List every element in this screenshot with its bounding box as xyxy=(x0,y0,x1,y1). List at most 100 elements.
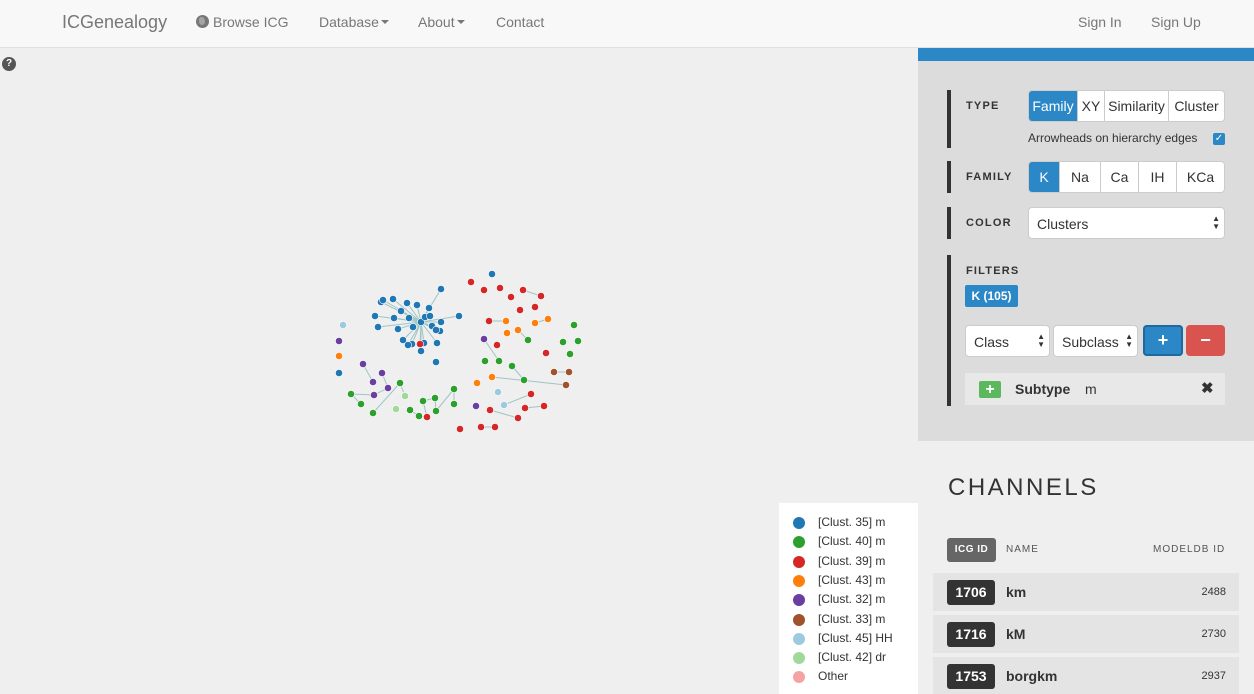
family-kca-button[interactable]: KCa xyxy=(1176,162,1224,192)
graph-node[interactable] xyxy=(431,394,439,402)
graph-node[interactable] xyxy=(494,388,502,396)
graph-node[interactable] xyxy=(566,350,574,358)
graph-node[interactable] xyxy=(369,409,377,417)
sign-in-link[interactable]: Sign In xyxy=(1078,14,1122,30)
graph-node[interactable] xyxy=(496,284,504,292)
graph-node[interactable] xyxy=(374,323,382,331)
graph-node[interactable] xyxy=(432,358,440,366)
nav-contact[interactable]: Contact xyxy=(496,14,544,30)
graph-node[interactable] xyxy=(495,357,503,365)
graph-node[interactable] xyxy=(416,340,424,348)
graph-node[interactable] xyxy=(419,397,427,405)
remove-filter-button[interactable]: − xyxy=(1186,325,1225,356)
graph-node[interactable] xyxy=(396,379,404,387)
graph-node[interactable] xyxy=(370,391,378,399)
graph-node[interactable] xyxy=(565,368,573,376)
filter-badge[interactable]: K (105) xyxy=(965,285,1018,307)
type-family-button[interactable]: Family xyxy=(1029,91,1077,121)
graph-node[interactable] xyxy=(491,423,499,431)
graph-node[interactable] xyxy=(514,326,522,334)
graph-node[interactable] xyxy=(507,293,515,301)
graph-node[interactable] xyxy=(488,373,496,381)
graph-node[interactable] xyxy=(384,384,392,392)
graph-node[interactable] xyxy=(335,369,343,377)
graph-node[interactable] xyxy=(437,285,445,293)
graph-node[interactable] xyxy=(473,379,481,387)
graph-node[interactable] xyxy=(544,315,552,323)
family-ca-button[interactable]: Ca xyxy=(1100,162,1138,192)
graph-node[interactable] xyxy=(508,362,516,370)
graph-node[interactable] xyxy=(378,369,386,377)
table-row[interactable]: 1706 km 2488 xyxy=(933,573,1239,611)
graph-node[interactable] xyxy=(570,321,578,329)
graph-node[interactable] xyxy=(486,406,494,414)
graph-node[interactable] xyxy=(520,376,528,384)
graph-node[interactable] xyxy=(516,306,524,314)
graph-node[interactable] xyxy=(550,368,558,376)
graph-node[interactable] xyxy=(413,301,421,309)
graph-node[interactable] xyxy=(417,347,425,355)
graph-node[interactable] xyxy=(415,412,423,420)
add-filter-button[interactable]: + xyxy=(1143,325,1183,356)
type-cluster-button[interactable]: Cluster xyxy=(1168,91,1224,121)
graph-node[interactable] xyxy=(456,425,464,433)
graph-node[interactable] xyxy=(450,400,458,408)
graph-node[interactable] xyxy=(519,286,527,294)
graph-node[interactable] xyxy=(467,278,475,286)
graph-node[interactable] xyxy=(540,402,548,410)
graph-node[interactable] xyxy=(521,404,529,412)
graph-node[interactable] xyxy=(405,314,413,322)
brand-link[interactable]: ICGenealogy xyxy=(62,12,167,33)
graph-node[interactable] xyxy=(500,401,508,409)
graph-node[interactable] xyxy=(437,318,445,326)
nav-database-dropdown[interactable]: Database xyxy=(319,14,389,30)
family-k-button[interactable]: K xyxy=(1029,162,1059,192)
subclass-select[interactable]: Subclass ▲ ▼ xyxy=(1053,325,1138,357)
graph-node[interactable] xyxy=(537,292,545,300)
graph-node[interactable] xyxy=(559,338,567,346)
graph-node[interactable] xyxy=(409,323,417,331)
family-ih-button[interactable]: IH xyxy=(1138,162,1176,192)
sign-up-link[interactable]: Sign Up xyxy=(1151,14,1201,30)
graph-node[interactable] xyxy=(527,390,535,398)
class-select[interactable]: Class ▲ ▼ xyxy=(965,325,1050,357)
graph-node[interactable] xyxy=(472,402,480,410)
graph-node[interactable] xyxy=(389,295,397,303)
graph-node[interactable] xyxy=(392,405,400,413)
graph-node[interactable] xyxy=(455,312,463,320)
graph-node[interactable] xyxy=(450,385,458,393)
graph-node[interactable] xyxy=(426,312,434,320)
graph-node[interactable] xyxy=(359,360,367,368)
type-similarity-button[interactable]: Similarity xyxy=(1104,91,1168,121)
arrowheads-checkbox[interactable]: ✓ xyxy=(1213,133,1225,145)
type-xy-button[interactable]: XY xyxy=(1077,91,1104,121)
graph-node[interactable] xyxy=(477,423,485,431)
close-icon[interactable]: ✖ xyxy=(1201,379,1214,397)
graph-node[interactable] xyxy=(514,414,522,422)
graph-node[interactable] xyxy=(403,299,411,307)
graph-node[interactable] xyxy=(524,336,532,344)
table-row[interactable]: 1716 kM 2730 xyxy=(933,615,1239,653)
graph-node[interactable] xyxy=(480,286,488,294)
graph-node[interactable] xyxy=(531,303,539,311)
graph-node[interactable] xyxy=(335,352,343,360)
nav-browse-icg[interactable]: Browse ICG xyxy=(196,14,288,30)
graph-node[interactable] xyxy=(480,335,488,343)
graph-node[interactable] xyxy=(425,304,433,312)
graph-node[interactable] xyxy=(531,319,539,327)
graph-node[interactable] xyxy=(432,407,440,415)
graph-node[interactable] xyxy=(401,392,409,400)
graph-node[interactable] xyxy=(335,337,343,345)
graph-node[interactable] xyxy=(369,378,377,386)
graph-node[interactable] xyxy=(481,357,489,365)
graph-node[interactable] xyxy=(423,413,431,421)
graph-node[interactable] xyxy=(404,341,412,349)
graph-node[interactable] xyxy=(502,317,510,325)
color-select[interactable]: Clusters ▲ ▼ xyxy=(1028,207,1225,239)
graph-node[interactable] xyxy=(488,270,496,278)
table-row[interactable]: 1753 borgkm 2937 xyxy=(933,657,1239,694)
graph-node[interactable] xyxy=(493,341,501,349)
graph-node[interactable] xyxy=(397,307,405,315)
graph-node[interactable] xyxy=(357,400,365,408)
graph-node[interactable] xyxy=(485,317,493,325)
